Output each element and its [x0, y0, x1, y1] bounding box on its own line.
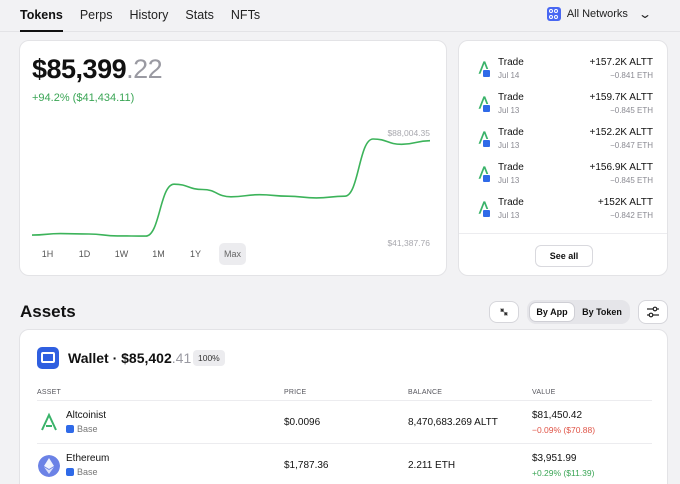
trade-item[interactable]: ⋀ Trade Jul 13 +159.7K ALTT −0.845 ETH — [477, 91, 653, 121]
trade-date: Jul 13 — [498, 176, 520, 185]
filter-button[interactable] — [638, 300, 668, 324]
asset-chain: Base — [66, 424, 98, 434]
table-row[interactable]: Ethereum Base $1,787.36 2.211 ETH $3,951… — [20, 446, 669, 484]
altcoinist-icon: ⋀ — [479, 129, 493, 148]
chart-series-line — [31, 138, 431, 237]
trade-eth-amount: −0.842 ETH — [610, 211, 653, 220]
main-tabs: Tokens Perps History Stats NFTs — [20, 0, 260, 32]
view-toggle: By App By Token — [527, 300, 630, 324]
trade-title: Trade — [498, 162, 524, 173]
trade-amount: +152.2K ALTT — [589, 127, 653, 138]
see-all-button[interactable]: See all — [535, 245, 593, 267]
collapse-icon — [500, 308, 508, 316]
range-1y[interactable]: 1Y — [182, 243, 209, 265]
trade-amount: +159.7K ALTT — [589, 92, 653, 103]
allocation-badge: 100% — [193, 350, 225, 366]
networks-icon — [546, 7, 561, 21]
portfolio-chart-card: $85,399.22 +94.2% ($41,434.11) $88,004.3… — [19, 40, 447, 276]
base-chain-icon — [66, 425, 74, 433]
portfolio-balance: $85,399.22 — [32, 54, 163, 84]
range-max[interactable]: Max — [219, 243, 246, 265]
divider — [37, 443, 652, 444]
assets-heading: Assets — [20, 302, 76, 321]
tab-nfts[interactable]: NFTs — [231, 0, 260, 32]
asset-name: Ethereum — [66, 453, 110, 464]
tab-stats[interactable]: Stats — [185, 0, 214, 32]
asset-value-change: −0.09% ($70.88) — [532, 425, 596, 435]
by-app-toggle[interactable]: By App — [529, 302, 575, 322]
column-header-balance: BALANCE — [408, 389, 443, 396]
network-selector[interactable]: All Networks ⌄ — [546, 7, 653, 21]
trade-eth-amount: −0.845 ETH — [610, 176, 653, 185]
trade-title: Trade — [498, 57, 524, 68]
asset-balance: 8,470,683.269 ALTT — [408, 417, 498, 428]
range-1h[interactable]: 1H — [34, 243, 61, 265]
trade-date: Jul 13 — [498, 106, 520, 115]
divider — [37, 400, 652, 401]
trade-date: Jul 13 — [498, 211, 520, 220]
tab-perps[interactable]: Perps — [80, 0, 113, 32]
tab-history[interactable]: History — [130, 0, 169, 32]
column-header-value: VALUE — [532, 389, 556, 396]
by-token-toggle[interactable]: By Token — [577, 302, 627, 322]
portfolio-change: +94.2% ($41,434.11) — [32, 92, 135, 104]
divider — [459, 233, 667, 234]
altcoinist-icon — [41, 412, 57, 431]
altcoinist-icon: ⋀ — [479, 199, 493, 218]
asset-chain: Base — [66, 467, 98, 477]
trade-item[interactable]: ⋀ Trade Jul 13 +152K ALTT −0.842 ETH — [477, 196, 653, 226]
altcoinist-icon: ⋀ — [479, 94, 493, 113]
trade-eth-amount: −0.845 ETH — [610, 106, 653, 115]
trade-title: Trade — [498, 92, 524, 103]
asset-value: $81,450.42 — [532, 410, 583, 421]
trade-amount: +156.9K ALTT — [589, 162, 653, 173]
asset-price: $0.0096 — [284, 417, 321, 428]
time-range-selector: 1H 1D 1W 1M 1Y Max — [34, 243, 246, 265]
asset-value: $3,951.99 — [532, 453, 577, 464]
column-header-asset: ASSET — [37, 389, 61, 396]
wallet-icon — [37, 347, 59, 369]
column-header-price: PRICE — [284, 389, 307, 396]
altcoinist-icon: ⋀ — [479, 59, 493, 78]
asset-value-change: +0.29% ($11.39) — [532, 468, 595, 478]
ethereum-icon — [38, 455, 60, 477]
altcoinist-icon: ⋀ — [479, 164, 493, 183]
tab-tokens[interactable]: Tokens — [20, 0, 63, 32]
trade-item[interactable]: ⋀ Trade Jul 13 +156.9K ALTT −0.845 ETH — [477, 161, 653, 191]
asset-name: Altcoinist — [66, 410, 107, 421]
trade-item[interactable]: ⋀ Trade Jul 13 +152.2K ALTT −0.847 ETH — [477, 126, 653, 156]
trade-date: Jul 14 — [498, 71, 520, 80]
base-chain-icon — [66, 468, 74, 476]
trade-title: Trade — [498, 197, 524, 208]
asset-balance: 2.211 ETH — [408, 460, 456, 471]
trade-title: Trade — [498, 127, 524, 138]
recent-trades-card: ⋀ Trade Jul 14 +157.2K ALTT −0.841 ETH ⋀… — [458, 40, 668, 276]
table-row[interactable]: Altcoinist Base $0.0096 8,470,683.269 AL… — [20, 403, 669, 445]
top-nav: Tokens Perps History Stats NFTs All Netw… — [0, 0, 680, 32]
chart-min-label: $41,387.76 — [387, 238, 430, 248]
trade-amount: +152K ALTT — [597, 197, 653, 208]
chevron-down-icon: ⌄ — [637, 7, 653, 21]
portfolio-line-chart — [31, 138, 431, 237]
range-1d[interactable]: 1D — [71, 243, 98, 265]
trade-item[interactable]: ⋀ Trade Jul 14 +157.2K ALTT −0.841 ETH — [477, 56, 653, 86]
asset-price: $1,787.36 — [284, 460, 329, 471]
trade-eth-amount: −0.847 ETH — [610, 141, 653, 150]
wallet-total: Wallet · $85,402.41 — [68, 350, 192, 366]
range-1w[interactable]: 1W — [108, 243, 135, 265]
wallet-card: Wallet · $85,402.41 100% ASSET PRICE BAL… — [19, 329, 668, 484]
trade-amount: +157.2K ALTT — [589, 57, 653, 68]
collapse-button[interactable] — [489, 301, 519, 323]
trade-eth-amount: −0.841 ETH — [610, 71, 653, 80]
network-label: All Networks — [566, 8, 628, 20]
sliders-icon — [647, 306, 659, 318]
trade-date: Jul 13 — [498, 141, 520, 150]
range-1m[interactable]: 1M — [145, 243, 172, 265]
